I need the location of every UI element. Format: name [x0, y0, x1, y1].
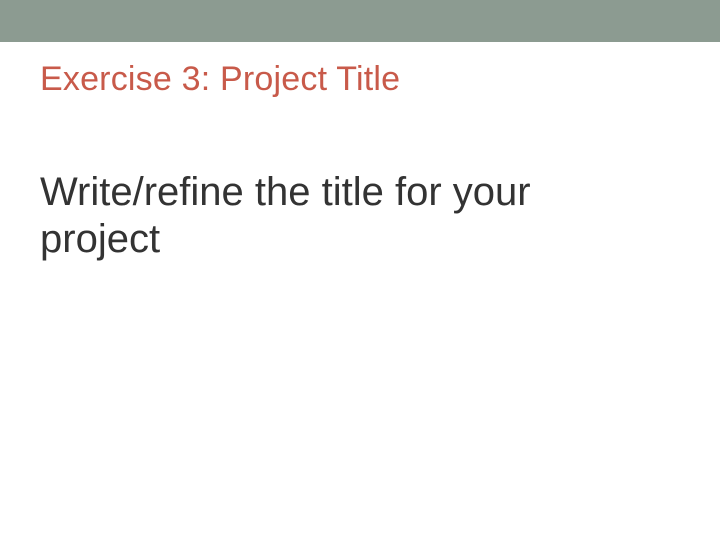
slide-body: Write/refine the title for your project [0, 99, 640, 263]
top-bar [0, 0, 720, 42]
slide-heading: Exercise 3: Project Title [0, 42, 720, 99]
